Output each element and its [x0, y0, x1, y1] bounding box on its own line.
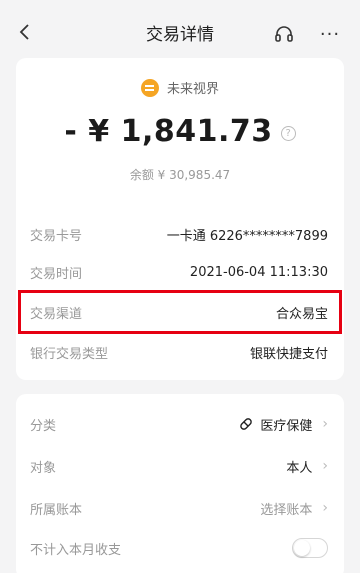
- headset-icon: [275, 26, 293, 42]
- amount-row: - ¥ 1,841.73 ?: [16, 114, 344, 149]
- chevron-right-icon: ›: [322, 458, 328, 474]
- detail-label: 交易时间: [30, 266, 83, 282]
- detail-label: 交易卡号: [30, 228, 83, 244]
- settings-value: 本人 ›: [286, 457, 328, 476]
- settings-row-category[interactable]: 分类 医疗保健 ›: [16, 404, 344, 444]
- transaction-summary-card: 未来视界 - ¥ 1,841.73 ? 余额 ¥ 30,985.47 交易卡号 …: [16, 58, 344, 380]
- detail-row-channel: 交易渠道 合众易宝: [16, 292, 344, 332]
- help-icon[interactable]: ?: [280, 126, 296, 141]
- detail-value: 银联快捷支付: [249, 346, 328, 362]
- exclude-from-monthly-toggle[interactable]: [292, 538, 328, 558]
- more-icon: ···: [319, 23, 341, 45]
- detail-value: 合众易宝: [275, 306, 328, 322]
- transaction-amount: - ¥ 1,841.73: [64, 114, 273, 149]
- top-bar: 交易详情 ···: [0, 0, 360, 60]
- transaction-settings-card: 分类 医疗保健 › 对象 本人 › 所属账本 选择账本 › 不计入本月收支: [16, 394, 344, 573]
- pill-icon: [240, 418, 253, 430]
- chevron-right-icon: ›: [322, 500, 328, 516]
- merchant-name: 未来视界: [166, 82, 219, 97]
- settings-label: 所属账本: [30, 502, 83, 518]
- detail-row-card-number: 交易卡号 一卡通 6226********7899: [16, 214, 344, 254]
- detail-label: 银行交易类型: [30, 346, 109, 362]
- settings-label: 分类: [30, 418, 57, 434]
- detail-row-bank-type: 银行交易类型 银联快捷支付: [16, 332, 344, 372]
- ledger-value: 选择账本: [260, 502, 313, 518]
- settings-row-exclude: 不计入本月收支: [16, 528, 344, 568]
- category-value: 医疗保健: [260, 418, 313, 434]
- detail-label: 交易渠道: [30, 306, 83, 322]
- chevron-right-icon: ›: [322, 416, 328, 432]
- more-options-button[interactable]: ···: [314, 20, 346, 48]
- settings-row-ledger[interactable]: 所属账本 选择账本 ›: [16, 488, 344, 528]
- settings-row-target[interactable]: 对象 本人 ›: [16, 446, 344, 486]
- merchant: 未来视界: [16, 78, 344, 97]
- detail-row-time: 交易时间 2021-06-04 11:13:30: [16, 252, 344, 292]
- settings-label: 不计入本月收支: [30, 542, 122, 558]
- settings-label: 对象: [30, 460, 57, 476]
- chevron-left-icon: [19, 24, 29, 40]
- back-button[interactable]: [10, 18, 38, 46]
- settings-value: 医疗保健 ›: [238, 415, 328, 434]
- page-title: 交易详情: [146, 24, 214, 45]
- balance: 余额 ¥ 30,985.47: [129, 168, 231, 182]
- detail-value: 2021-06-04 11:13:30: [189, 264, 328, 280]
- toggle-knob: [294, 540, 310, 556]
- detail-value: 一卡通 6226********7899: [166, 228, 328, 244]
- customer-service-button[interactable]: [270, 20, 298, 48]
- wallet-icon: [140, 78, 159, 97]
- target-value: 本人: [286, 460, 313, 476]
- settings-value: 选择账本 ›: [260, 499, 328, 518]
